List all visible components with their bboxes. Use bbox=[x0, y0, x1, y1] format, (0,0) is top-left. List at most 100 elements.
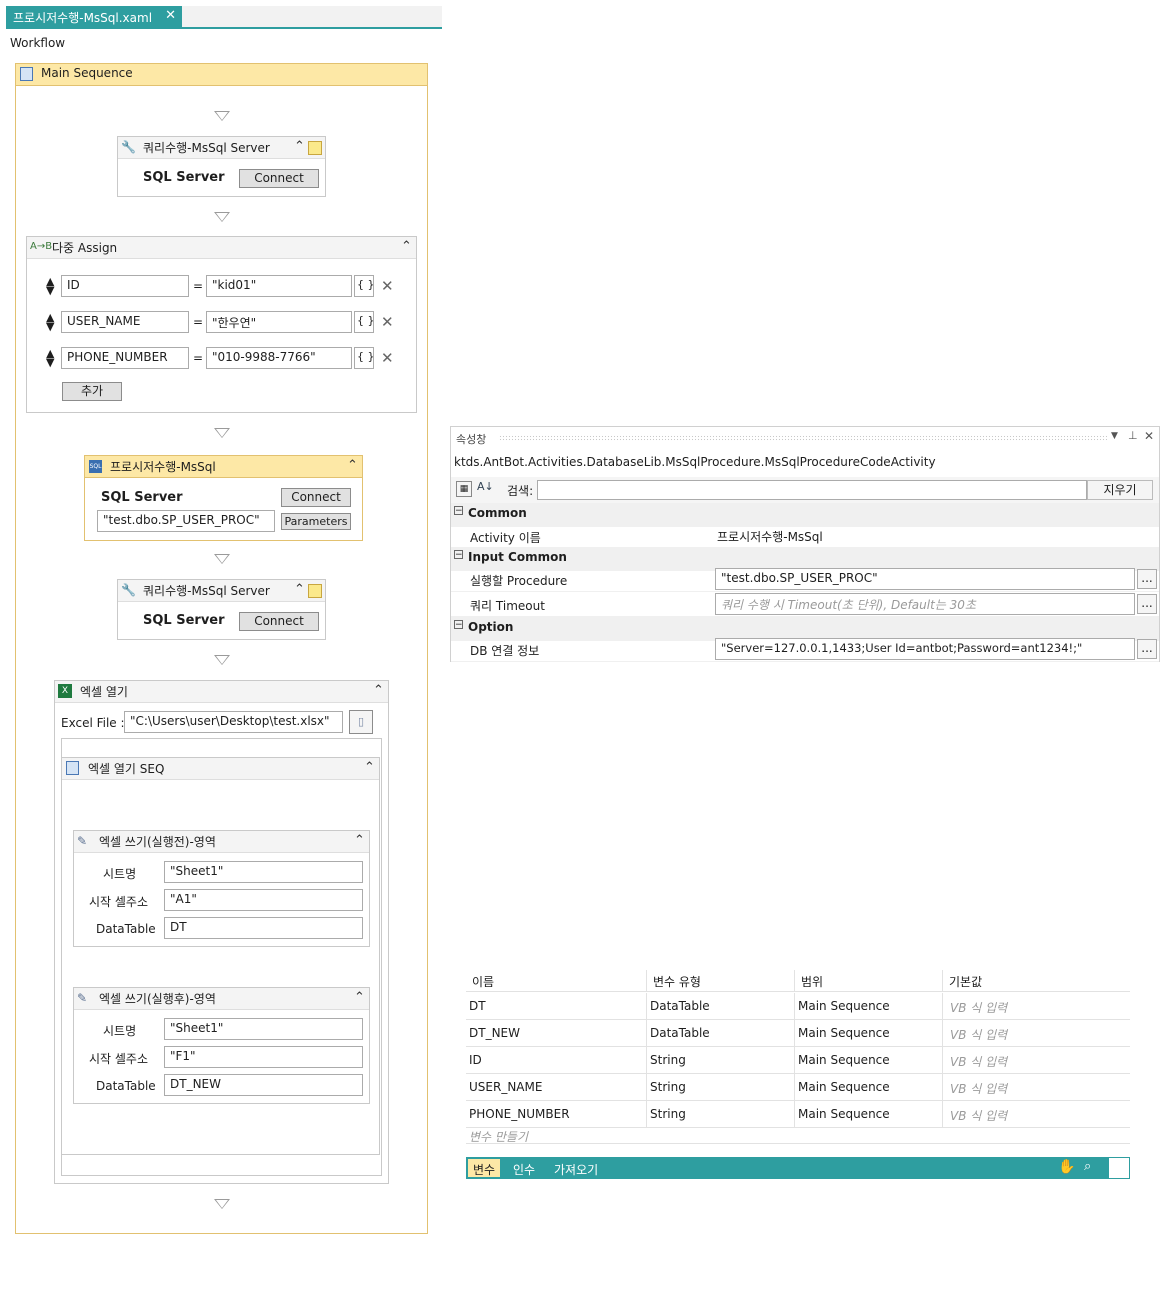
column-header-name[interactable]: 이름 bbox=[466, 970, 647, 992]
datatable-field[interactable]: DT_NEW bbox=[164, 1074, 363, 1096]
property-row-activity-name[interactable]: Activity 이름 프로시저수행-MsSql bbox=[451, 525, 1159, 549]
property-value[interactable]: 프로시저수행-MsSql bbox=[717, 528, 823, 545]
collapse-icon[interactable]: ⌃ bbox=[347, 458, 358, 473]
pin-icon[interactable]: ⊥ bbox=[1128, 429, 1138, 442]
collapse-icon[interactable]: − bbox=[454, 550, 463, 560]
variable-name[interactable]: ID bbox=[466, 1047, 647, 1074]
close-icon[interactable]: ✕ bbox=[1144, 429, 1154, 443]
assign-to-field[interactable]: PHONE_NUMBER bbox=[61, 347, 189, 369]
variable-type[interactable]: String bbox=[647, 1074, 795, 1101]
drop-arrow-icon[interactable] bbox=[214, 1199, 230, 1209]
variable-default-input[interactable]: VB 식 입력 bbox=[943, 1074, 1130, 1101]
variable-scope[interactable]: Main Sequence bbox=[795, 993, 943, 1020]
collapse-icon[interactable]: ⌃ bbox=[294, 139, 305, 154]
categorized-icon[interactable]: ▦ bbox=[456, 481, 472, 497]
tab-arguments[interactable]: 인수 bbox=[513, 1161, 535, 1178]
query-activity-2[interactable]: 🔧 쿼리수행-MsSql Server ⌃ SQL Server Connect bbox=[117, 579, 326, 640]
excel-file-field[interactable]: "C:\Users\user\Desktop\test.xlsx" bbox=[124, 711, 343, 733]
variable-scope[interactable]: Main Sequence bbox=[795, 1047, 943, 1074]
note-icon[interactable] bbox=[308, 584, 322, 598]
assign-value-field[interactable]: "kid01" bbox=[206, 275, 352, 297]
column-header-scope[interactable]: 범위 bbox=[795, 970, 943, 992]
reorder-icon[interactable]: ▲ ▼ bbox=[46, 276, 54, 296]
excel-write-after-activity[interactable]: ✎ 엑셀 쓰기(실행후)-영역 ⌃ 시트명 "Sheet1" 시작 셀주소 "F… bbox=[73, 987, 370, 1104]
dropdown-icon[interactable]: ▼ bbox=[1111, 431, 1118, 441]
collapse-icon[interactable]: ⌃ bbox=[354, 833, 365, 848]
hand-pan-icon[interactable]: ✋ bbox=[1058, 1159, 1075, 1175]
column-header-type[interactable]: 변수 유형 bbox=[647, 970, 795, 992]
add-row-button[interactable]: 추가 bbox=[62, 382, 122, 401]
file-browse-icon[interactable]: ▯ bbox=[349, 710, 373, 734]
collapse-icon[interactable]: ⌃ bbox=[373, 683, 384, 698]
drop-arrow-icon[interactable] bbox=[214, 554, 230, 564]
variable-scope[interactable]: Main Sequence bbox=[795, 1074, 943, 1101]
close-icon[interactable]: ✕ bbox=[165, 8, 176, 23]
category-common[interactable]: − Common bbox=[451, 503, 1159, 527]
drop-arrow-icon[interactable] bbox=[214, 111, 230, 121]
procedure-input[interactable]: "test.dbo.SP_USER_PROC" bbox=[715, 568, 1135, 590]
start-cell-field[interactable]: "A1" bbox=[164, 889, 363, 911]
column-header-default[interactable]: 기본값 bbox=[943, 970, 1130, 992]
drop-arrow-icon[interactable] bbox=[214, 428, 230, 438]
procedure-name-field[interactable]: "test.dbo.SP_USER_PROC" bbox=[97, 510, 275, 532]
query-activity-1[interactable]: 🔧 쿼리수행-MsSql Server ⌃ SQL Server Connect bbox=[117, 136, 326, 197]
ellipsis-button[interactable]: ... bbox=[1137, 569, 1157, 589]
assign-to-field[interactable]: ID bbox=[61, 275, 189, 297]
property-row-timeout[interactable]: 쿼리 Timeout 쿼리 수행 시 Timeout(초 단위), Defaul… bbox=[451, 592, 1159, 617]
assign-value-field[interactable]: "010-9988-7766" bbox=[206, 347, 352, 369]
property-search-input[interactable] bbox=[537, 480, 1087, 500]
delete-icon[interactable]: ✕ bbox=[381, 277, 394, 295]
zoom-icon[interactable]: ⌕ bbox=[1084, 1159, 1091, 1174]
variable-name[interactable]: USER_NAME bbox=[466, 1074, 647, 1101]
timeout-input[interactable]: 쿼리 수행 시 Timeout(초 단위), Default는 30초 bbox=[715, 593, 1135, 615]
variable-name[interactable]: DT_NEW bbox=[466, 1020, 647, 1047]
connect-button[interactable]: Connect bbox=[281, 488, 351, 507]
variable-default-input[interactable]: VB 식 입력 bbox=[943, 1047, 1130, 1074]
collapse-icon[interactable]: ⌃ bbox=[354, 990, 365, 1005]
start-cell-field[interactable]: "F1" bbox=[164, 1046, 363, 1068]
variable-name[interactable]: PHONE_NUMBER bbox=[466, 1101, 647, 1128]
collapse-icon[interactable]: ⌃ bbox=[294, 582, 305, 597]
reorder-icon[interactable]: ▲ ▼ bbox=[46, 312, 54, 332]
overview-toggle[interactable] bbox=[1109, 1158, 1129, 1178]
property-row-db[interactable]: DB 연결 정보 "Server=127.0.0.1,1433;User Id=… bbox=[451, 637, 1159, 662]
connect-button[interactable]: Connect bbox=[239, 169, 319, 188]
datatable-field[interactable]: DT bbox=[164, 917, 363, 939]
variable-type[interactable]: DataTable bbox=[647, 993, 795, 1020]
variable-name[interactable]: DT bbox=[466, 993, 647, 1020]
sheet-field[interactable]: "Sheet1" bbox=[164, 861, 363, 883]
collapse-icon[interactable]: − bbox=[454, 620, 463, 630]
db-connection-input[interactable]: "Server=127.0.0.1,1433;User Id=antbot;Pa… bbox=[715, 638, 1135, 660]
collapse-icon[interactable]: − bbox=[454, 506, 463, 516]
property-row-procedure[interactable]: 실행할 Procedure "test.dbo.SP_USER_PROC" ..… bbox=[451, 567, 1159, 592]
delete-icon[interactable]: ✕ bbox=[381, 349, 394, 367]
drop-arrow-icon[interactable] bbox=[214, 655, 230, 665]
sort-alpha-icon[interactable]: A↓ bbox=[477, 480, 494, 493]
delete-icon[interactable]: ✕ bbox=[381, 313, 394, 331]
variable-default-input[interactable]: VB 식 입력 bbox=[943, 1020, 1130, 1047]
tab-file[interactable]: 프로시저수행-MsSql.xaml ✕ bbox=[6, 6, 182, 29]
ellipsis-button[interactable]: ... bbox=[1137, 639, 1157, 659]
create-variable-row[interactable]: 변수 만들기 bbox=[466, 1128, 1130, 1144]
note-icon[interactable] bbox=[308, 141, 322, 155]
clear-search-button[interactable]: 지우기 bbox=[1087, 480, 1153, 500]
assign-value-field[interactable]: "한우연" bbox=[206, 311, 352, 333]
drop-arrow-icon[interactable] bbox=[214, 212, 230, 222]
collapse-icon[interactable]: ⌃ bbox=[364, 760, 375, 775]
tab-variables[interactable]: 변수 bbox=[468, 1159, 501, 1177]
collapse-icon[interactable]: ⌃ bbox=[401, 239, 412, 254]
variable-type[interactable]: DataTable bbox=[647, 1020, 795, 1047]
connect-button[interactable]: Connect bbox=[239, 612, 319, 631]
variable-type[interactable]: String bbox=[647, 1101, 795, 1128]
tab-imports[interactable]: 가져오기 bbox=[554, 1161, 598, 1178]
parameters-button[interactable]: Parameters bbox=[281, 513, 351, 530]
variable-default-input[interactable]: VB 식 입력 bbox=[943, 1101, 1130, 1128]
expression-editor-button[interactable]: { } bbox=[354, 347, 374, 369]
expression-editor-button[interactable]: { } bbox=[354, 311, 374, 333]
sheet-field[interactable]: "Sheet1" bbox=[164, 1018, 363, 1040]
ellipsis-button[interactable]: ... bbox=[1137, 594, 1157, 614]
variable-scope[interactable]: Main Sequence bbox=[795, 1101, 943, 1128]
variable-scope[interactable]: Main Sequence bbox=[795, 1020, 943, 1047]
variable-type[interactable]: String bbox=[647, 1047, 795, 1074]
assign-to-field[interactable]: USER_NAME bbox=[61, 311, 189, 333]
